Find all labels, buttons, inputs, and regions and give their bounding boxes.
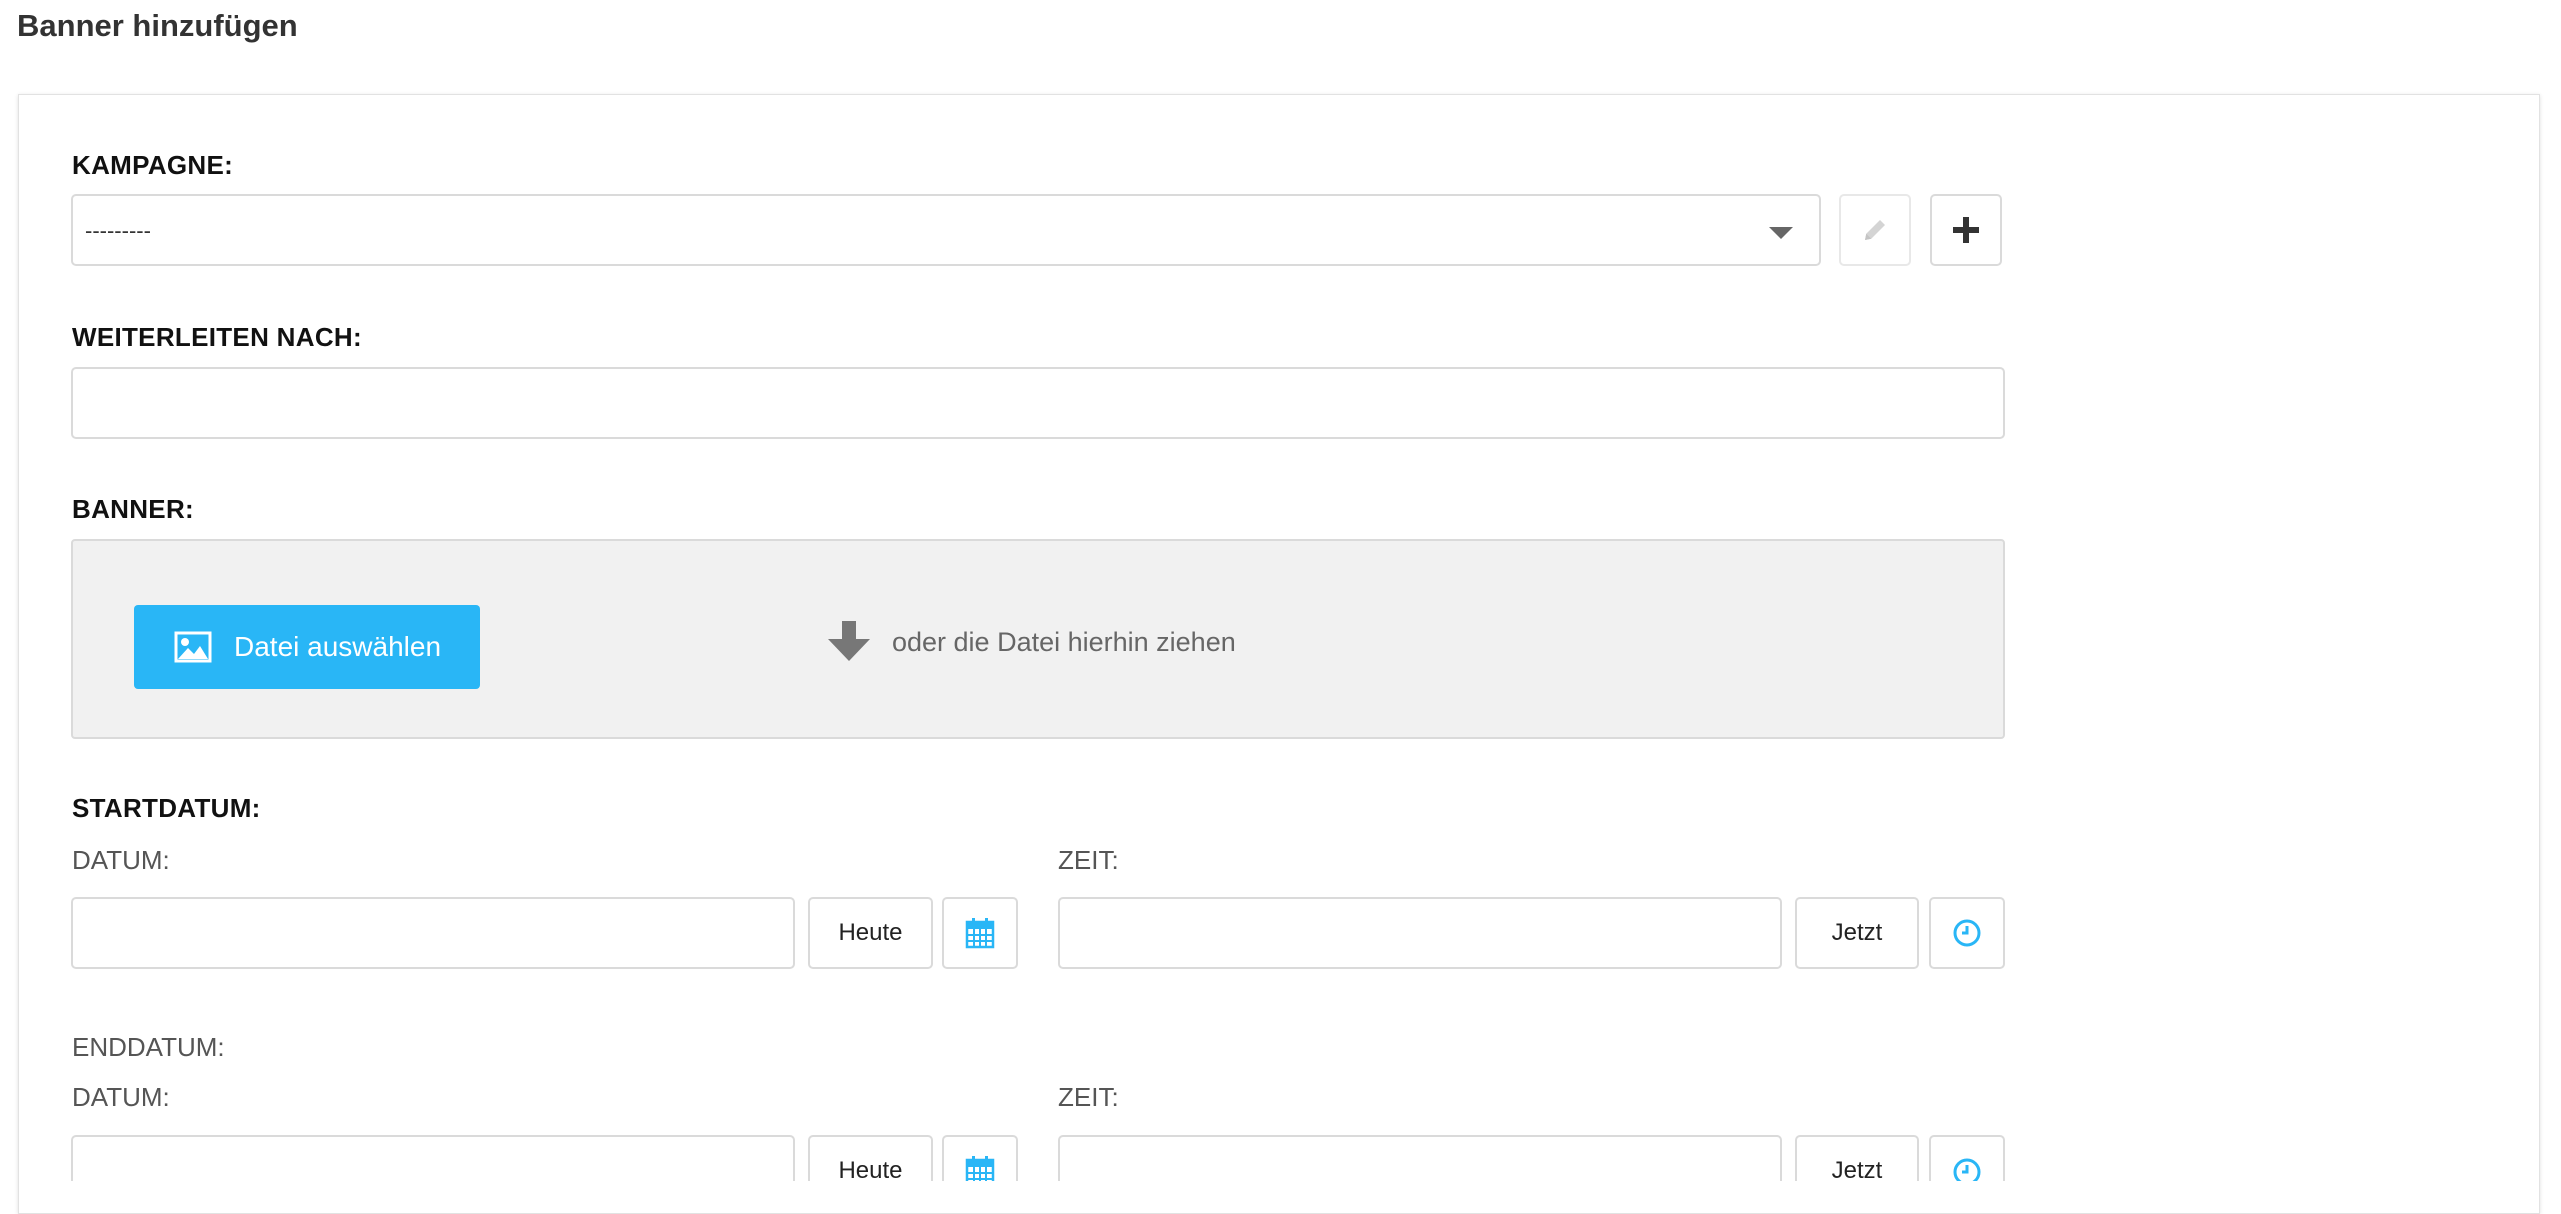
start-time-input[interactable]	[1058, 897, 1782, 969]
end-clock-button[interactable]	[1929, 1135, 2005, 1181]
start-date-field-label: DATUM:	[72, 845, 170, 875]
clock-icon	[1953, 1158, 1981, 1181]
end-date-input[interactable]	[71, 1135, 795, 1181]
end-date-label: ENDDATUM:	[72, 1032, 225, 1062]
start-today-button[interactable]: Heute	[808, 897, 933, 969]
campaign-select[interactable]: ---------	[71, 194, 1821, 266]
edit-campaign-button[interactable]	[1839, 194, 1911, 266]
start-date-label: STARTDATUM:	[72, 793, 261, 823]
start-now-label: Jetzt	[1831, 919, 1883, 946]
end-time-input[interactable]	[1058, 1135, 1782, 1181]
chevron-down-icon	[1769, 227, 1793, 239]
start-clock-button[interactable]	[1929, 897, 2005, 969]
start-calendar-button[interactable]	[942, 897, 1018, 969]
campaign-select-value: ---------	[85, 218, 151, 243]
end-time-field-label: ZEIT:	[1058, 1082, 1119, 1112]
start-today-label: Heute	[838, 919, 903, 946]
calendar-icon	[965, 1156, 995, 1181]
redirect-url-input[interactable]	[71, 367, 2005, 439]
add-campaign-button[interactable]	[1930, 194, 2002, 266]
calendar-icon	[965, 918, 995, 949]
campaign-label: KAMPAGNE:	[72, 150, 234, 180]
pencil-icon	[1865, 220, 1885, 240]
start-date-input[interactable]	[71, 897, 795, 969]
page-title: Banner hinzufügen	[17, 8, 298, 43]
plus-icon	[1953, 217, 1979, 243]
select-file-button[interactable]: Datei auswählen	[134, 605, 480, 689]
arrow-down-icon	[828, 621, 870, 661]
image-icon	[174, 631, 212, 663]
end-calendar-button[interactable]	[942, 1135, 1018, 1181]
banner-label: BANNER:	[72, 494, 194, 524]
select-file-label: Datei auswählen	[234, 631, 442, 662]
end-date-field-label: DATUM:	[72, 1082, 170, 1112]
drop-hint: oder die Datei hierhin ziehen	[892, 627, 1236, 657]
end-now-button[interactable]: Jetzt	[1795, 1135, 1919, 1184]
start-time-field-label: ZEIT:	[1058, 845, 1119, 875]
redirect-label: WEITERLEITEN NACH:	[72, 322, 362, 352]
end-today-button[interactable]: Heute	[808, 1135, 933, 1184]
start-now-button[interactable]: Jetzt	[1795, 897, 1919, 969]
clock-icon	[1953, 919, 1981, 947]
